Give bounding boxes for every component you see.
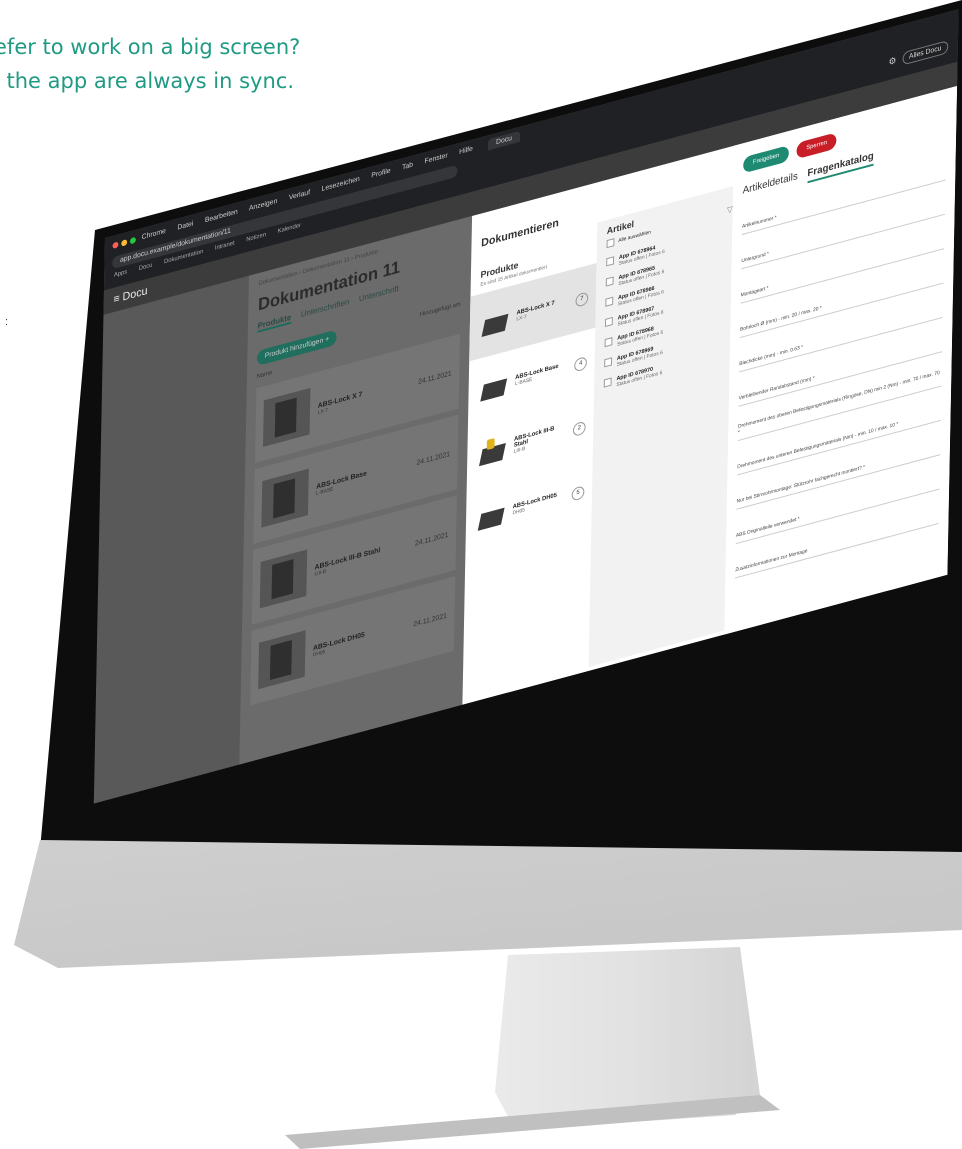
settings-icon[interactable]: ⚙ (888, 55, 896, 68)
bookmark-item[interactable]: Notizen (246, 232, 266, 243)
product-image (261, 468, 309, 528)
menu-item[interactable]: Verlauf (289, 189, 310, 202)
menu-item[interactable]: Profile (371, 167, 390, 179)
article-count-badge: 7 (575, 290, 589, 308)
sort-label[interactable]: Hinzugefügt am (420, 301, 461, 318)
bookmark-item[interactable]: Intranet (215, 240, 235, 251)
close-window-icon[interactable] (112, 240, 119, 249)
article-checkbox[interactable] (606, 256, 615, 267)
filter-icon[interactable]: ▽ (727, 204, 733, 215)
product-name: ABS-Lock DH05 DH05 (512, 490, 566, 517)
menu-item[interactable]: Lesezeichen (322, 176, 360, 193)
select-all-checkbox[interactable] (606, 238, 615, 249)
product-name: ABS-Lock DH05 DH05 (313, 620, 406, 658)
menu-item[interactable]: Tab (402, 161, 413, 171)
window-controls[interactable] (112, 236, 136, 249)
product-thumbnail (476, 366, 510, 409)
product-name: ABS-Lock III-B Stahl LIII-B (314, 539, 407, 577)
article-checkbox[interactable] (605, 296, 614, 307)
product-image (259, 549, 308, 609)
article-checkbox[interactable] (604, 337, 613, 348)
product-date: 24.11.2021 (414, 531, 449, 548)
product-name: ABS-Lock Base L-BASE (316, 458, 409, 497)
browser-tab[interactable]: Docu (488, 130, 520, 151)
minimize-window-icon[interactable] (121, 238, 128, 247)
menu-item[interactable]: Hilfe (459, 145, 473, 156)
article-checkbox[interactable] (604, 357, 613, 368)
article-checkbox[interactable] (603, 377, 612, 388)
article-form: Freigeben Sperren Artikeldetails Fragenk… (724, 85, 958, 635)
product-name: ABS-Lock X 7 LX-7 (516, 296, 570, 322)
maximize-window-icon[interactable] (129, 236, 136, 244)
product-thumbnail (475, 430, 509, 473)
menu-item[interactable]: Chrome (142, 228, 166, 242)
product-date: 24.11.2021 (418, 369, 452, 386)
bookmark-item[interactable]: Kalender (278, 223, 301, 235)
product-thumbnail (473, 495, 507, 538)
menu-item[interactable]: Anzeigen (249, 198, 277, 213)
article-checkbox[interactable] (605, 276, 614, 287)
imac-device: Chrome Datei Bearbeiten Anzeigen Verlauf… (0, 0, 962, 1149)
article-checkbox[interactable] (604, 316, 613, 328)
article-count-badge: 5 (571, 484, 585, 502)
product-image (258, 630, 306, 690)
products-column: Produkte Es sind 15 Artikel dokumentiert… (462, 233, 597, 701)
product-date: 24.11.2021 (413, 612, 447, 629)
product-image (262, 387, 311, 447)
article-count-badge: 4 (574, 355, 588, 372)
articles-column: Artikel Alle auswählen App ID 678964 Sta… (588, 186, 734, 667)
menu-item[interactable]: Datei (177, 220, 193, 231)
article-count-badge: 2 (572, 420, 586, 437)
product-name: ABS-Lock Base L-BASE (515, 361, 569, 388)
documentation-page: Dokumentation › Dokumentation 11 › Produ… (239, 215, 473, 765)
menu-item[interactable]: Fenster (425, 152, 448, 165)
bookmark-item[interactable]: Apps (114, 269, 127, 279)
menu-item[interactable]: Bearbeiten (205, 208, 238, 224)
product-name: ABS-Lock X 7 LX-7 (318, 378, 411, 416)
product-date: 24.11.2021 (416, 450, 451, 467)
dialog-title: Dokumentieren (481, 216, 559, 250)
bookmark-item[interactable]: Docu (139, 262, 153, 272)
product-thumbnail (477, 301, 511, 344)
product-name: ABS-Lock III-B Stahl LIII-B (514, 422, 568, 455)
